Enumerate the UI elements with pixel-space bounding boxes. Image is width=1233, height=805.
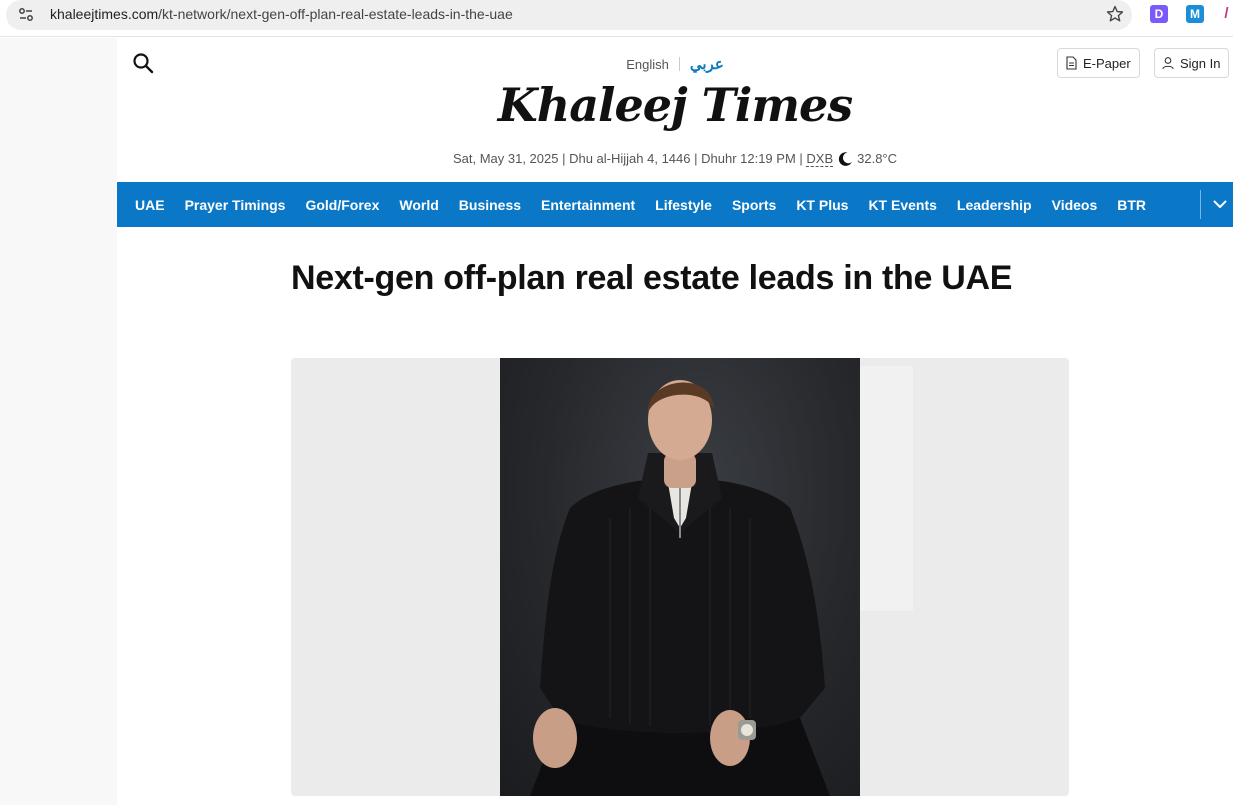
document-icon bbox=[1066, 56, 1077, 70]
extension-m-icon[interactable]: M bbox=[1186, 5, 1204, 23]
browser-toolbar: khaleejtimes.com/kt-network/next-gen-off… bbox=[0, 0, 1233, 37]
epaper-button[interactable]: E-Paper bbox=[1057, 48, 1140, 78]
left-gutter bbox=[0, 38, 117, 805]
temperature: 32.8°C bbox=[857, 151, 898, 166]
extension-d-icon[interactable]: D bbox=[1150, 5, 1168, 23]
gregorian-date: Sat, May 31, 2025 bbox=[452, 151, 559, 166]
url-text[interactable]: khaleejtimes.com/kt-network/next-gen-off… bbox=[50, 6, 513, 22]
city-selector[interactable]: DXB bbox=[806, 151, 834, 167]
dateline: Sat, May 31, 2025 | Dhu al-Hijjah 4, 144… bbox=[452, 151, 898, 167]
address-bar[interactable]: khaleejtimes.com/kt-network/next-gen-off… bbox=[6, 0, 1132, 30]
url-path: /kt-network/next-gen-off-plan-real-estat… bbox=[158, 6, 513, 22]
sign-in-button[interactable]: Sign In bbox=[1154, 48, 1230, 78]
lang-arabic-link[interactable]: عربي bbox=[690, 56, 724, 73]
nav-item-business[interactable]: Business bbox=[449, 197, 531, 213]
url-host: khaleejtimes.com bbox=[50, 6, 159, 22]
epaper-label: E-Paper bbox=[1083, 55, 1131, 71]
image-backdrop bbox=[858, 366, 913, 611]
nav-item-kt-events[interactable]: KT Events bbox=[858, 197, 946, 213]
nav-item-kt-plus[interactable]: KT Plus bbox=[786, 197, 858, 213]
prayer-time[interactable]: Dhuhr 12:19 PM bbox=[701, 151, 796, 166]
nav-item-entertainment[interactable]: Entertainment bbox=[531, 197, 645, 213]
user-icon bbox=[1162, 57, 1174, 70]
moon-icon bbox=[838, 152, 852, 166]
nav-divider bbox=[1200, 190, 1201, 219]
masthead: English عربي Khaleej Times Sat, May 31, 2… bbox=[117, 38, 1233, 182]
lang-english-link[interactable]: English bbox=[626, 57, 669, 72]
nav-item-lifestyle[interactable]: Lifestyle bbox=[645, 197, 722, 213]
site-logo[interactable]: Khaleej Times bbox=[117, 78, 1233, 132]
nav-item-gold-forex[interactable]: Gold/Forex bbox=[295, 197, 389, 213]
main-nav: UAE Prayer Timings Gold/Forex World Busi… bbox=[117, 182, 1233, 227]
hero-image-frame bbox=[291, 358, 1069, 796]
hero-photo[interactable] bbox=[500, 358, 860, 796]
portrait-illustration bbox=[530, 380, 830, 796]
extension-pen-icon[interactable]: / bbox=[1220, 5, 1233, 23]
sign-in-label: Sign In bbox=[1180, 55, 1221, 71]
bookmark-star-icon[interactable] bbox=[1106, 5, 1124, 23]
nav-item-prayer-timings[interactable]: Prayer Timings bbox=[175, 197, 296, 213]
nav-item-btr[interactable]: BTR bbox=[1107, 197, 1156, 213]
nav-item-videos[interactable]: Videos bbox=[1042, 197, 1108, 213]
nav-item-sports[interactable]: Sports bbox=[722, 197, 786, 213]
hijri-date: Dhu al-Hijjah 4, 1446 bbox=[569, 151, 691, 166]
nav-item-uae[interactable]: UAE bbox=[125, 197, 175, 213]
nav-item-leadership[interactable]: Leadership bbox=[947, 197, 1042, 213]
lang-divider bbox=[678, 57, 680, 71]
nav-item-world[interactable]: World bbox=[389, 197, 448, 213]
article-headline: Next-gen off-plan real estate leads in t… bbox=[291, 259, 1013, 297]
site-info-icon[interactable] bbox=[17, 6, 35, 24]
chevron-down-icon[interactable] bbox=[1211, 195, 1229, 213]
